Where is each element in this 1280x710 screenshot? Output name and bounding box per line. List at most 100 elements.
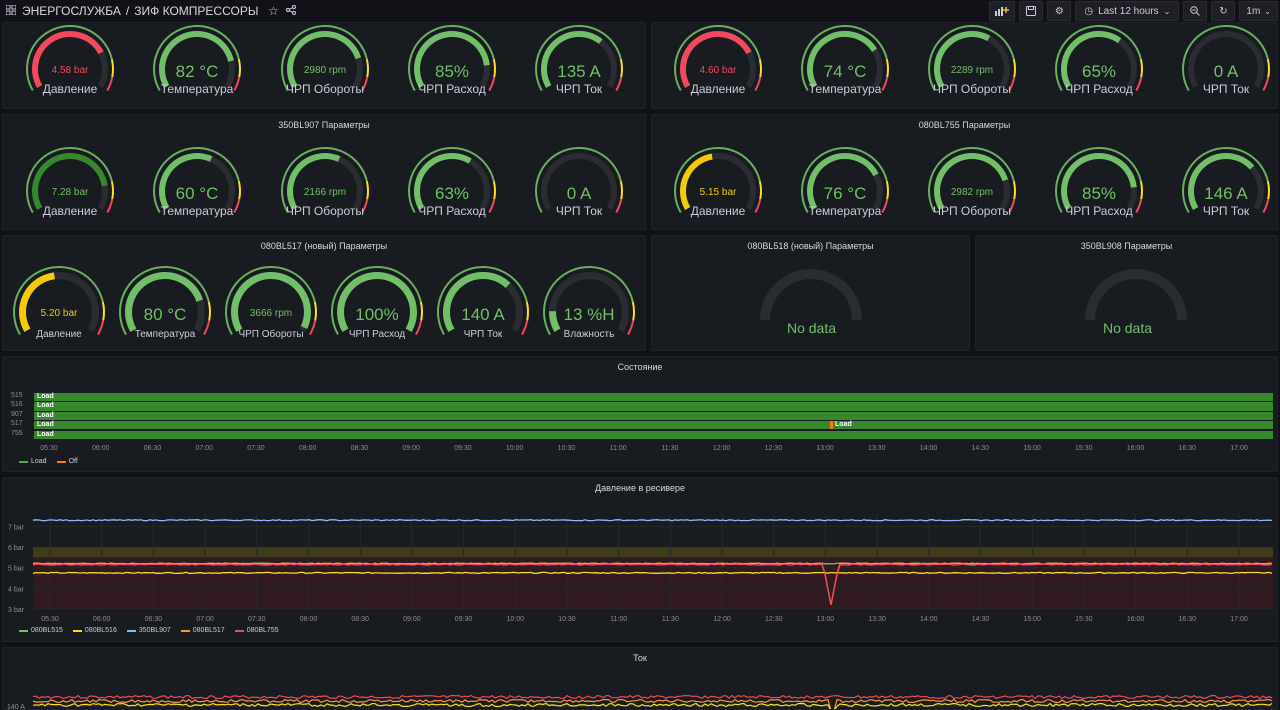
gauge-value: 3666 rpm: [249, 308, 293, 319]
gauge-value-arc: [231, 272, 311, 332]
pressure-legend: 080BL515 080BL516 350BL907 080BL517 080BL755: [19, 627, 279, 634]
share-icon[interactable]: [284, 4, 298, 18]
x-tick-label: 11:30: [662, 616, 679, 623]
state-timeline-panel: Состояние 515 Load 516 Load 907 Load 517 Load Lo…: [2, 356, 1278, 472]
x-tick-label: 13:00: [816, 445, 834, 452]
x-tick-label: 14:00: [920, 616, 938, 623]
gauge-value: 4.58 bar: [51, 65, 89, 76]
x-tick-label: 10:00: [505, 445, 524, 452]
legend-item[interactable]: Load: [19, 458, 47, 465]
x-tick-label: 09:00: [403, 616, 421, 623]
gauge-value: 140 A: [461, 304, 505, 324]
gauge-value: 100%: [355, 304, 399, 324]
legend-swatch: [72, 629, 82, 632]
settings-button[interactable]: ⚙: [1047, 1, 1072, 21]
panel-title: Состояние: [617, 362, 663, 372]
gauge-label: ЧРП Ток: [555, 82, 603, 96]
gauge-panel-080BL518: 080BL518 (новый) Параметры No data: [651, 235, 970, 351]
add-panel-button[interactable]: [989, 1, 1016, 21]
x-tick-label: 09:30: [455, 616, 473, 623]
breadcrumb-folder[interactable]: ЭНЕРГОСЛУЖБА: [22, 4, 121, 18]
y-tick-label: 140 A: [7, 704, 25, 710]
gauge-label: Температура: [808, 204, 882, 218]
time-picker-button[interactable]: ◷ Last 12 hours ⌄: [1075, 1, 1180, 21]
x-tick-label: 11:00: [609, 445, 627, 452]
state-legend: Load Off: [19, 458, 78, 465]
gauge-value-arc: [287, 31, 362, 88]
x-tick-label: 10:00: [506, 616, 524, 623]
x-tick-label: 11:00: [610, 616, 627, 623]
gauge-label: Давление: [690, 204, 746, 218]
state-bar[interactable]: Load: [34, 393, 1273, 402]
x-tick-label: 14:00: [919, 445, 938, 452]
legend-item[interactable]: 080BL515: [19, 627, 63, 634]
series-line[interactable]: [32, 694, 1273, 700]
gauge-label: Давление: [42, 204, 98, 218]
save-dashboard-button[interactable]: [1019, 1, 1044, 21]
panel-title: 350BL907 Параметры: [278, 120, 370, 130]
gauge-label: Температура: [160, 204, 234, 218]
gauge-value-arc: [934, 31, 991, 88]
legend-item[interactable]: Off: [56, 458, 78, 465]
gauge-label: ЧРП Обороты: [285, 82, 365, 96]
x-tick-label: 13:30: [868, 616, 886, 623]
state-bar-label: Load: [37, 393, 54, 400]
gauge-value: 2289 rpm: [950, 65, 994, 76]
x-tick-label: 06:30: [143, 445, 162, 452]
gauge-panel-080BL517: 080BL517 (новый) Параметры 5.20 bar Давле…: [2, 235, 646, 351]
no-data-label: No data: [1102, 320, 1153, 336]
grid-icon[interactable]: [4, 4, 18, 18]
gauge-label: ЧРП Ток: [555, 204, 603, 218]
state-bar-label: Load: [37, 402, 54, 410]
x-tick-label: 09:30: [454, 445, 472, 452]
gauge-label: Влажность: [563, 329, 615, 340]
state-row-label: 907: [11, 410, 23, 418]
threshold-band: [33, 547, 1273, 558]
state-bar[interactable]: Load: [34, 402, 1273, 411]
legend-label: 080BL515: [31, 627, 63, 634]
gauge-label: ЧРП Ток: [1202, 204, 1250, 218]
dashboard-navbar: ЭНЕРГОСЛУЖБА / ЗИФ КОМПРЕССОРЫ ☆ ⚙ ◷ Las…: [0, 0, 1280, 22]
series-line[interactable]: [32, 702, 1273, 710]
state-bar[interactable]: Load: [34, 421, 1273, 430]
state-off-segment[interactable]: [830, 421, 833, 430]
state-bar[interactable]: Load: [34, 411, 1273, 420]
dashboard-title[interactable]: ЗИФ КОМПРЕССОРЫ: [134, 4, 258, 18]
x-tick-label: 05:30: [41, 616, 59, 623]
legend-item[interactable]: 350BL907: [126, 627, 171, 634]
gauge-value: 60 °C: [175, 183, 219, 203]
gauge-panel-080BL755: 080BL755 Параметры 5.15 bar Давление 76 °C…: [651, 114, 1278, 230]
gauge-label: Давление: [42, 82, 98, 96]
state-bar[interactable]: Load: [34, 430, 1273, 439]
gauge-value-arc: [680, 153, 713, 210]
gauge-label: ЧРП Расход: [418, 204, 486, 218]
gauge-value-arc: [934, 153, 1009, 210]
legend-item[interactable]: 080BL516: [72, 627, 117, 634]
gauge-label: Температура: [160, 82, 234, 96]
gauge-value-arc: [287, 153, 341, 210]
state-bar-label: Load: [37, 421, 54, 429]
x-tick-label: 06:00: [91, 445, 110, 452]
series-line[interactable]: [32, 519, 1273, 522]
state-row-label: 517: [11, 420, 23, 428]
gauge-value: 0 A: [1213, 61, 1239, 81]
legend-item[interactable]: 080BL517: [180, 627, 225, 634]
gauge-value-arc: [32, 31, 104, 88]
x-tick-label: 12:30: [765, 616, 783, 623]
add-panel-icon: [995, 7, 1010, 16]
gauge-value: 0 A: [566, 183, 592, 203]
refresh-button[interactable]: ↻: [1211, 1, 1236, 21]
refresh-interval-picker[interactable]: 1m ⌄: [1239, 1, 1278, 21]
x-tick-label: 12:30: [764, 445, 783, 452]
zoom-out-button[interactable]: [1183, 1, 1208, 21]
gauge-value: 2166 rpm: [303, 187, 347, 198]
legend-item[interactable]: 080BL755: [234, 627, 279, 634]
x-tick-label: 11:30: [661, 445, 679, 452]
gauge-label: Температура: [134, 329, 196, 340]
star-icon[interactable]: ☆: [266, 4, 280, 18]
x-tick-label: 05:30: [40, 445, 58, 452]
x-tick-label: 15:30: [1075, 616, 1093, 623]
x-tick-label: 14:30: [972, 616, 990, 623]
toolbar: ⚙ ◷ Last 12 hours ⌄ ↻ 1m ⌄: [989, 0, 1280, 22]
gauge-value: 65%: [1081, 61, 1117, 81]
